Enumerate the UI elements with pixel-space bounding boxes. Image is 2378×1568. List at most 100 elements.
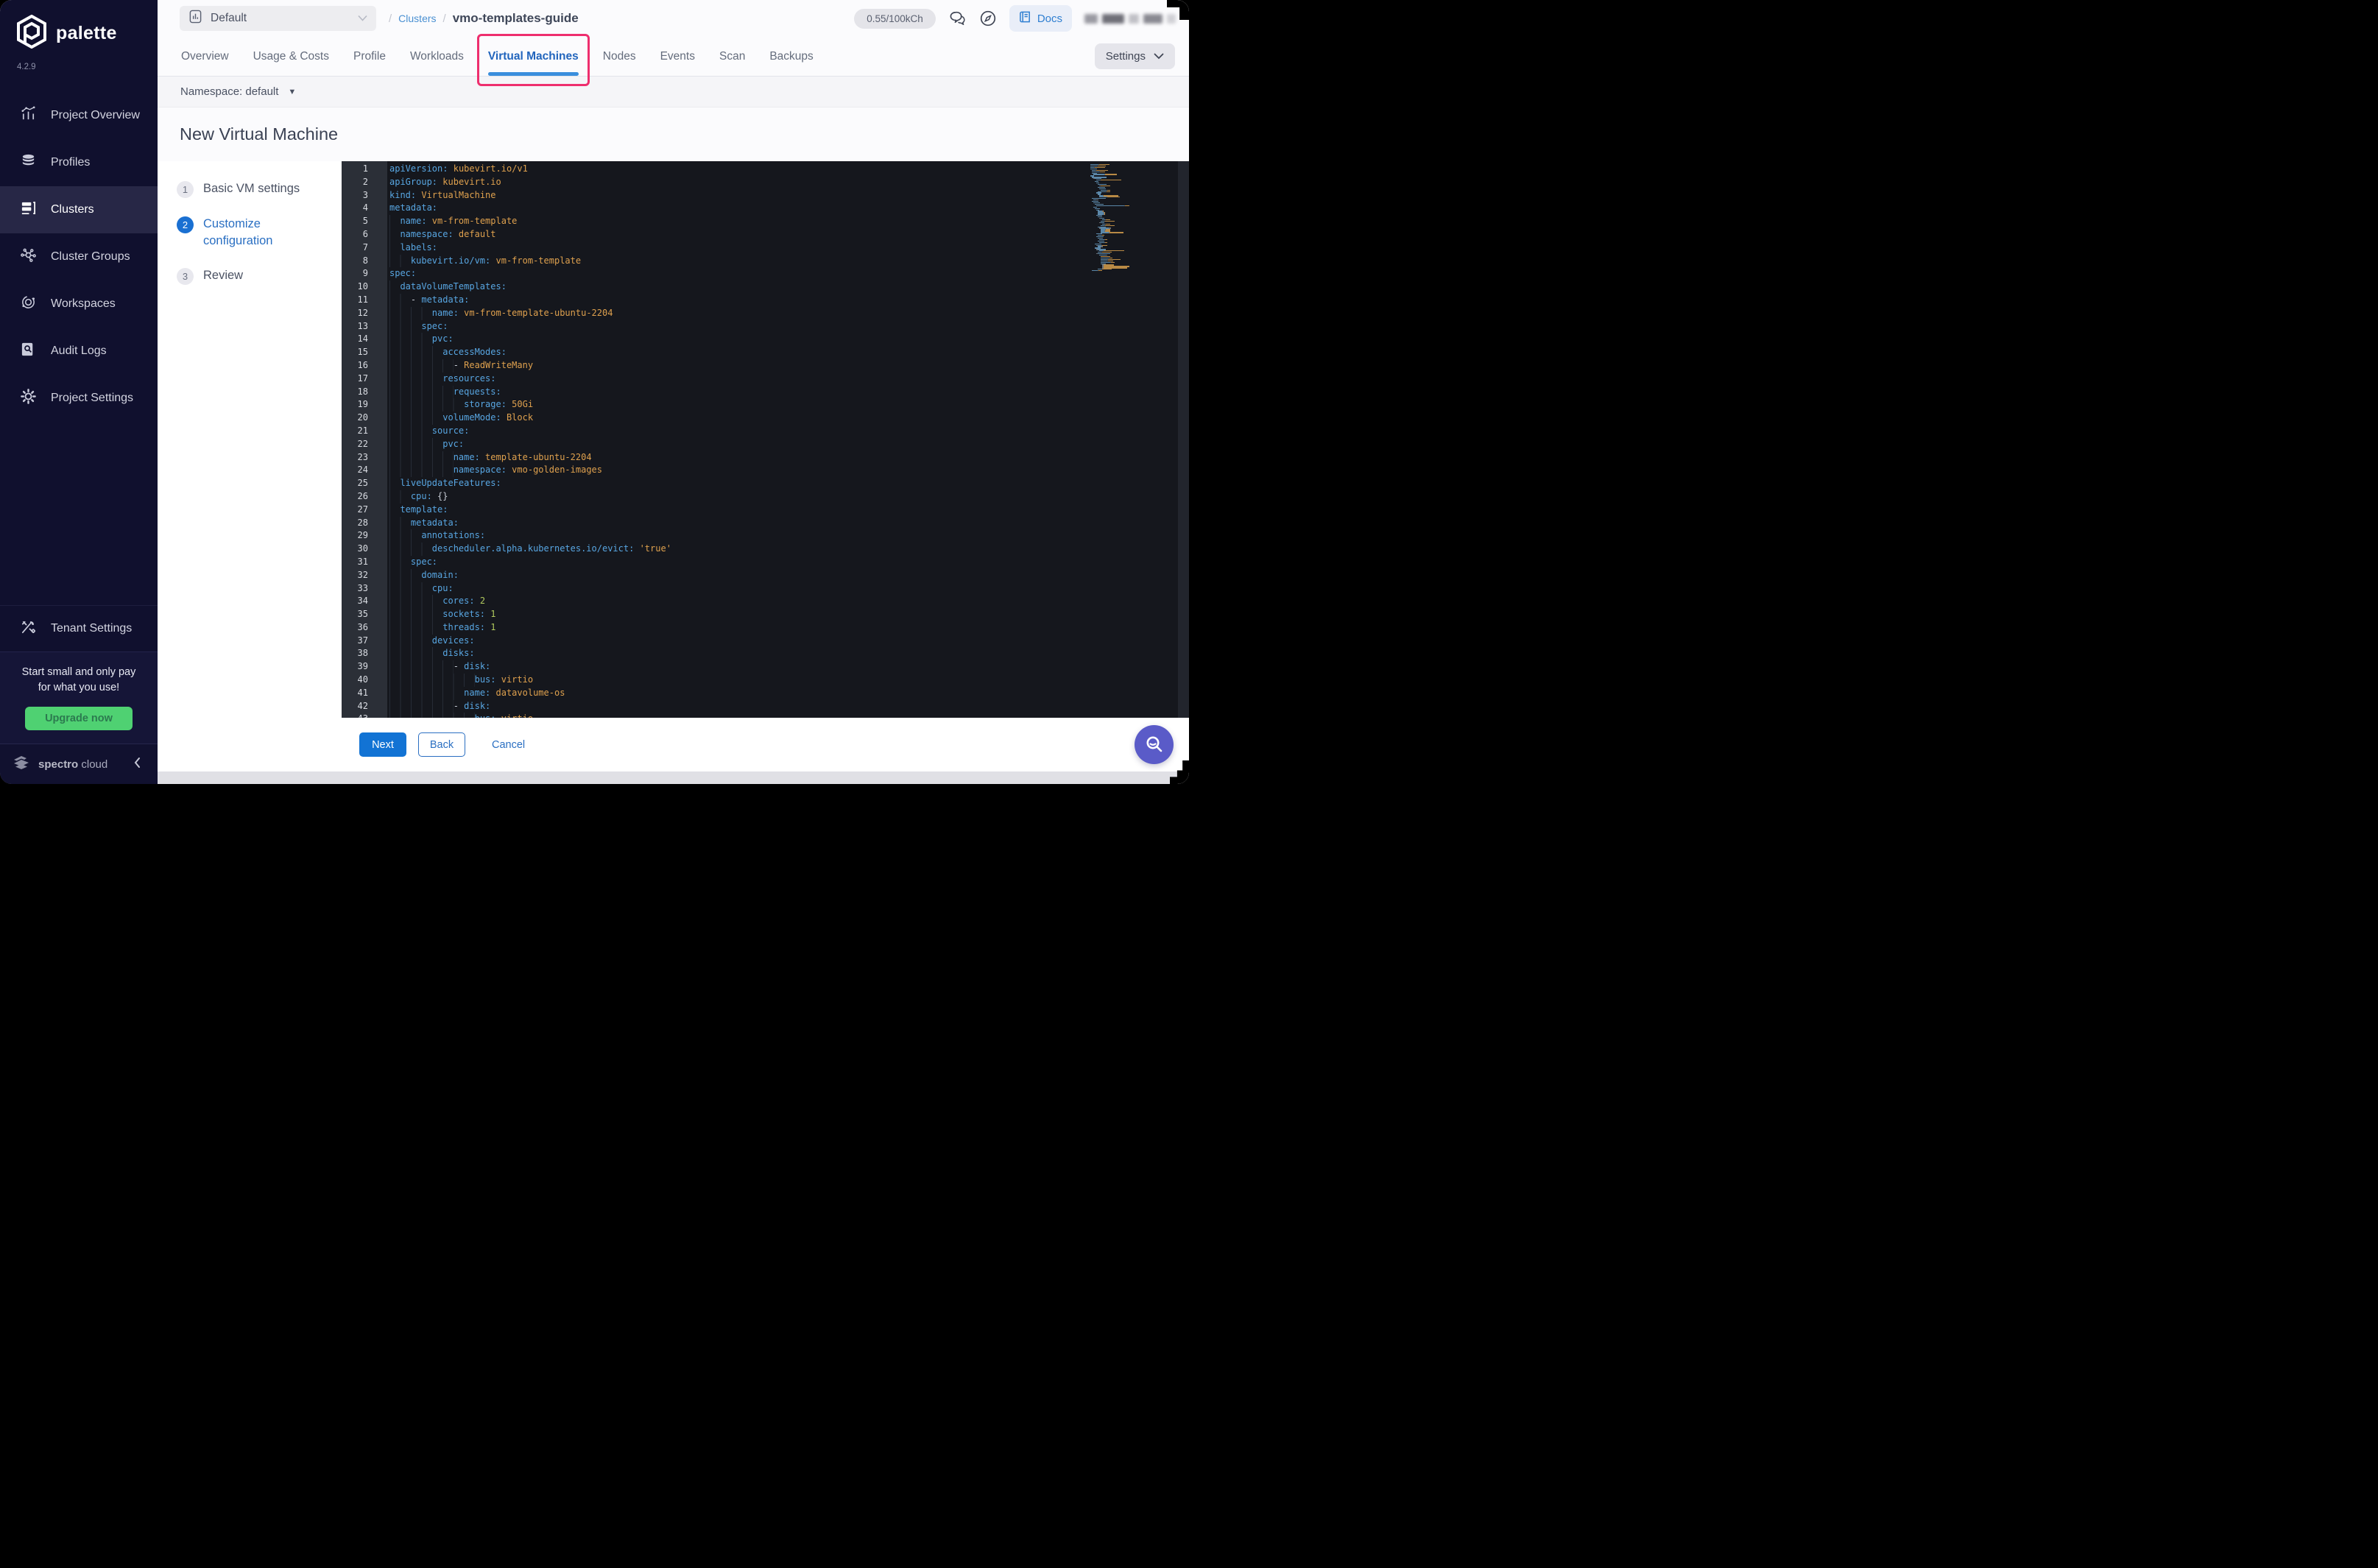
audit-logs-icon xyxy=(20,341,37,361)
editor-column: 1 2 3 4 5 6 7 8 9 10 11 12 13 14 15 16 17 18 19 20 21 22 23 24 2… xyxy=(342,161,1189,771)
namespace-selector-value[interactable]: Namespace: default xyxy=(180,85,278,98)
sidebar-item-project-overview[interactable]: Project Overview xyxy=(0,92,158,139)
line-number: 28 xyxy=(357,517,368,528)
editor-minimap[interactable] xyxy=(1090,164,1176,272)
code-line: pvc: xyxy=(389,333,1189,347)
code-line: metadata: xyxy=(389,516,1189,530)
code-line: - disk: xyxy=(389,660,1189,674)
tab-scan[interactable]: Scan xyxy=(719,37,745,76)
sidebar-item-project-settings[interactable]: Project Settings xyxy=(0,375,158,422)
sidebar-item-label: Clusters xyxy=(51,203,94,216)
code-line: namespace: default xyxy=(389,227,1189,241)
code-line: apiVersion: kubevirt.io/v1 xyxy=(389,163,528,174)
sidebar-item-label: Project Overview xyxy=(51,109,140,121)
code-line: namespace: vmo-golden-images xyxy=(389,464,1189,478)
code-line: storage: 50Gi xyxy=(389,398,1189,412)
yaml-editor: 1 2 3 4 5 6 7 8 9 10 11 12 13 14 15 16 17 18 19 20 21 22 23 24 2… xyxy=(342,161,1189,718)
tab-backups[interactable]: Backups xyxy=(769,37,813,76)
step-number-bullet: 3 xyxy=(177,268,194,285)
sidebar-item-workspaces[interactable]: Workspaces xyxy=(0,280,158,328)
line-number: 22 xyxy=(357,438,368,449)
line-number: 40 xyxy=(357,674,368,685)
docs-label: Docs xyxy=(1037,12,1062,25)
cancel-button[interactable]: Cancel xyxy=(487,732,529,757)
breadcrumb-separator: / xyxy=(442,12,446,25)
tab-virtual-machines[interactable]: Virtual Machines xyxy=(476,34,590,86)
code-line: disks: xyxy=(389,647,1189,661)
sidebar-item-label: Audit Logs xyxy=(51,345,107,357)
sidebar-item-cluster-groups[interactable]: Cluster Groups xyxy=(0,233,158,280)
spectro-cloud-logo-icon xyxy=(12,754,31,775)
sidebar-item-audit-logs[interactable]: Audit Logs xyxy=(0,328,158,375)
sidebar-item-tenant-settings[interactable]: Tenant Settings xyxy=(0,604,158,651)
tab-nodes[interactable]: Nodes xyxy=(603,37,636,76)
upgrade-now-button[interactable]: Upgrade now xyxy=(25,707,133,730)
line-number: 14 xyxy=(357,333,368,345)
wizard-body: 1 Basic VM settings 2 Customize configur… xyxy=(158,161,1189,771)
compass-icon[interactable] xyxy=(979,10,997,27)
code-line: spec: xyxy=(389,319,1189,333)
palette-logo-icon xyxy=(16,14,47,52)
line-number: 36 xyxy=(357,621,368,632)
tab-profile[interactable]: Profile xyxy=(353,37,386,76)
usage-quota-badge: 0.55/100kCh xyxy=(854,8,936,29)
sidebar: palette 4.2.9 Project Overview Profiles … xyxy=(0,0,158,784)
line-number: 27 xyxy=(357,504,368,515)
sidebar-item-clusters[interactable]: Clusters xyxy=(0,186,158,233)
line-number: 34 xyxy=(357,596,368,607)
line-number: 13 xyxy=(357,320,368,331)
tab-workloads[interactable]: Workloads xyxy=(410,37,464,76)
page-title: New Virtual Machine xyxy=(180,124,339,144)
line-number: 7 xyxy=(362,241,368,252)
line-number: 12 xyxy=(357,307,368,318)
code-line: sockets: 1 xyxy=(389,608,1189,621)
collapse-sidebar-icon[interactable] xyxy=(133,757,143,772)
app-version: 4.2.9 xyxy=(17,63,36,71)
back-button[interactable]: Back xyxy=(418,732,465,757)
editor-scrollbar-track[interactable] xyxy=(1178,161,1189,718)
project-selector[interactable]: Default xyxy=(180,6,376,31)
editor-line-numbers: 1 2 3 4 5 6 7 8 9 10 11 12 13 14 15 16 17 18 19 20 21 22 23 24 2… xyxy=(342,161,387,718)
code-line: pvc: xyxy=(389,437,1189,451)
sidebar-item-profiles[interactable]: Profiles xyxy=(0,139,158,186)
spectro-cloud-wordmark: spectro cloud xyxy=(38,757,108,771)
yaml-code-pane[interactable]: apiVersion: kubevirt.io/v1 apiGroup: kube… xyxy=(387,161,1189,718)
breadcrumb-clusters-link[interactable]: Clusters xyxy=(398,13,436,24)
step-basic-vm-settings[interactable]: 1 Basic VM settings xyxy=(177,180,342,198)
code-line: spec: xyxy=(389,555,1189,569)
line-number: 30 xyxy=(357,543,368,554)
settings-button[interactable]: Settings xyxy=(1094,43,1175,69)
tab-usage-costs[interactable]: Usage & Costs xyxy=(253,37,329,76)
project-chart-icon xyxy=(188,10,202,27)
step-label: Basic VM settings xyxy=(203,182,300,195)
step-review[interactable]: 3 Review xyxy=(177,267,342,285)
line-number: 39 xyxy=(357,661,368,672)
chat-icon[interactable] xyxy=(948,10,967,27)
line-number: 33 xyxy=(357,582,368,593)
namespace-bar: Namespace: default ▼ xyxy=(158,77,1189,107)
search-fab-button[interactable] xyxy=(1135,725,1174,764)
tab-events[interactable]: Events xyxy=(660,37,695,76)
cluster-groups-icon xyxy=(20,247,37,267)
docs-button[interactable]: Docs xyxy=(1009,5,1072,32)
active-tab-underline xyxy=(487,72,579,76)
step-label: Customize configuration xyxy=(203,217,273,247)
next-button[interactable]: Next xyxy=(359,732,406,757)
project-overview-icon xyxy=(20,105,37,126)
user-name-redacted[interactable] xyxy=(1084,13,1176,24)
code-line: cores: 2 xyxy=(389,595,1189,609)
profiles-icon xyxy=(20,152,37,173)
line-number: 21 xyxy=(357,425,368,436)
line-number: 16 xyxy=(357,359,368,370)
bottom-strip xyxy=(158,771,1189,784)
code-line: name: template-ubuntu-2204 xyxy=(389,451,1189,465)
line-number: 24 xyxy=(357,465,368,476)
line-number: 35 xyxy=(357,609,368,620)
namespace-caret-icon[interactable]: ▼ xyxy=(288,88,296,96)
book-icon xyxy=(1019,10,1031,27)
step-customize-configuration[interactable]: 2 Customize configuration xyxy=(177,216,342,250)
code-line: dataVolumeTemplates: xyxy=(389,280,1189,294)
line-number: 6 xyxy=(362,228,368,239)
tab-overview[interactable]: Overview xyxy=(181,37,229,76)
